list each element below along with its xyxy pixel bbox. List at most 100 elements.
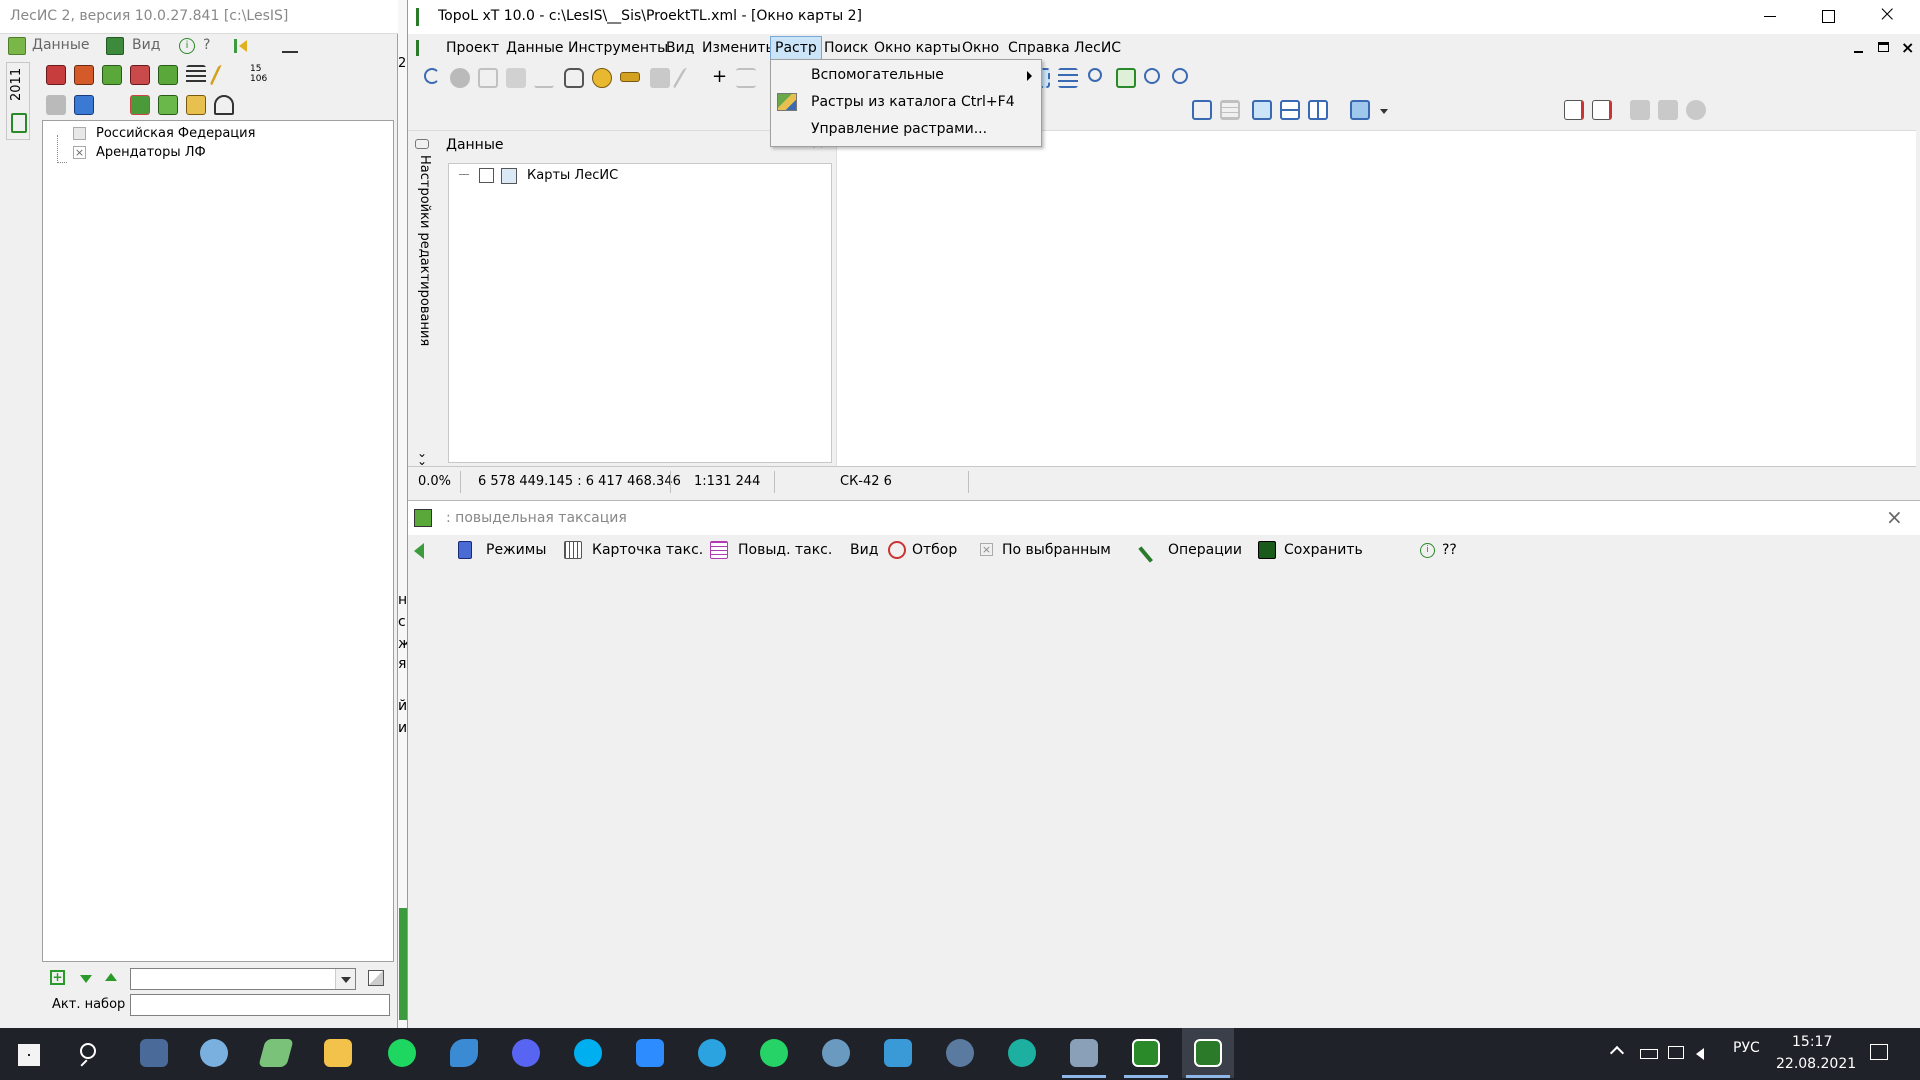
pan-hand-icon[interactable] bbox=[564, 68, 584, 88]
taxation-close-button[interactable]: × bbox=[1886, 505, 1903, 529]
minimize-panel-icon[interactable] bbox=[282, 39, 298, 53]
menu-project[interactable]: Проект bbox=[444, 36, 501, 60]
taskbar-remote-icon[interactable] bbox=[1058, 1028, 1110, 1078]
taskbar-skype-icon[interactable] bbox=[562, 1028, 614, 1078]
table-icon[interactable] bbox=[1220, 100, 1240, 120]
menu-help[interactable]: Справка bbox=[1006, 36, 1072, 60]
tree-checkbox[interactable] bbox=[479, 168, 494, 183]
taskbar-topol-icon[interactable] bbox=[1182, 1028, 1234, 1078]
filter-button[interactable]: Отбор bbox=[912, 542, 957, 558]
taskbar-app-blue-icon[interactable] bbox=[438, 1028, 490, 1078]
menu-map-window[interactable]: Окно карты bbox=[872, 36, 963, 60]
tree-collapse[interactable] bbox=[459, 174, 469, 175]
view-button[interactable]: Вид bbox=[850, 542, 878, 558]
menu-data[interactable]: Данные bbox=[504, 36, 566, 60]
mdi-minimize-button[interactable] bbox=[1854, 51, 1863, 53]
taskbar-edge-icon[interactable] bbox=[996, 1028, 1048, 1078]
tree-checkbox[interactable]: × bbox=[73, 146, 86, 159]
report-icon[interactable] bbox=[1564, 100, 1584, 120]
taskbar-maps-icon[interactable] bbox=[872, 1028, 924, 1078]
layer-red-icon[interactable] bbox=[46, 65, 66, 85]
set-options-icon[interactable] bbox=[368, 970, 384, 986]
split-icon[interactable] bbox=[736, 68, 756, 88]
list-icon[interactable] bbox=[186, 65, 206, 85]
add-point-icon[interactable]: + bbox=[712, 66, 727, 87]
move-up-icon[interactable] bbox=[105, 973, 117, 981]
by-selected-button[interactable]: По выбранным bbox=[1002, 542, 1111, 558]
menu-raster[interactable]: Растр bbox=[770, 36, 822, 60]
dropdown-item-catalog-rasters[interactable]: Растры из каталога Ctrl+F4 bbox=[773, 91, 1039, 115]
menu-lesis[interactable]: ЛесИС bbox=[1072, 36, 1123, 60]
table-green-icon[interactable] bbox=[158, 95, 178, 115]
find-icon[interactable] bbox=[1088, 68, 1102, 82]
cascade-icon[interactable] bbox=[1252, 100, 1272, 120]
modes-button[interactable]: Режимы bbox=[486, 542, 546, 558]
search-icon[interactable] bbox=[80, 1043, 96, 1059]
add-set-icon[interactable]: + bbox=[50, 970, 65, 985]
dropdown-item-manage-rasters[interactable]: Управление растрами... bbox=[773, 118, 1039, 142]
save-button[interactable]: Сохранить bbox=[1284, 542, 1363, 558]
maximize-button[interactable] bbox=[1822, 10, 1835, 23]
taskbar-spotify-icon[interactable] bbox=[376, 1028, 428, 1078]
window-icon[interactable] bbox=[1192, 100, 1212, 120]
map-green-icon[interactable] bbox=[130, 95, 150, 115]
close-button[interactable]: × bbox=[1878, 4, 1896, 26]
tree-item-rf[interactable]: Российская Федерация bbox=[96, 126, 255, 141]
operations-button[interactable]: Операции bbox=[1168, 542, 1242, 558]
vertical-side-tab[interactable]: 2011 bbox=[6, 62, 30, 140]
zoom-out-icon[interactable] bbox=[1172, 68, 1188, 84]
taskbar-explorer-icon[interactable] bbox=[312, 1028, 364, 1078]
map-canvas[interactable] bbox=[836, 131, 1916, 466]
export-icon[interactable] bbox=[1686, 100, 1706, 120]
taskbar-zoom-icon[interactable] bbox=[624, 1028, 676, 1078]
menu-search[interactable]: Поиск bbox=[822, 36, 870, 60]
info-tool-icon[interactable] bbox=[592, 68, 612, 88]
undo-icon[interactable] bbox=[424, 68, 440, 84]
taskbar-discord-icon[interactable] bbox=[500, 1028, 552, 1078]
taskbar-whatsapp-icon[interactable] bbox=[748, 1028, 800, 1078]
menu-data[interactable]: Данные bbox=[32, 37, 90, 53]
taskbar-network-app-icon[interactable] bbox=[810, 1028, 862, 1078]
dropdown-item-auxiliary[interactable]: Вспомогательные bbox=[773, 64, 1039, 88]
expand-down-icon[interactable]: ⌄ ⌄ bbox=[417, 447, 427, 467]
pen-icon[interactable] bbox=[209, 65, 239, 85]
snap-icon[interactable] bbox=[534, 68, 554, 88]
help-button[interactable]: ?? bbox=[1442, 542, 1457, 558]
mdi-restore-button[interactable] bbox=[1878, 42, 1889, 52]
layer-grid-icon[interactable] bbox=[102, 65, 122, 85]
tree-item-maps[interactable]: Карты ЛесИС bbox=[527, 168, 618, 183]
legend-icon[interactable] bbox=[1058, 68, 1078, 88]
measure-icon[interactable] bbox=[620, 72, 640, 82]
add-layer-icon[interactable] bbox=[74, 95, 94, 115]
brush-icon[interactable] bbox=[506, 68, 526, 88]
first-record-icon[interactable] bbox=[234, 39, 248, 53]
language-indicator[interactable]: РУС bbox=[1733, 1040, 1760, 1056]
set-dropdown[interactable] bbox=[130, 968, 356, 990]
menu-window[interactable]: Окно bbox=[960, 36, 1001, 60]
info-icon[interactable]: i bbox=[1420, 543, 1435, 558]
pencil-icon[interactable] bbox=[672, 68, 704, 88]
taskbar-notepad-icon[interactable] bbox=[250, 1028, 302, 1078]
network-icon[interactable] bbox=[1668, 1046, 1684, 1059]
edit-settings-tab[interactable]: Настройки редактирования bbox=[417, 155, 432, 346]
tree-item-tenants[interactable]: Арендаторы ЛФ bbox=[96, 145, 206, 160]
eraser-icon[interactable] bbox=[650, 68, 670, 88]
battery-icon[interactable] bbox=[1640, 1049, 1658, 1059]
chevron-down-icon[interactable] bbox=[335, 969, 355, 989]
start-button[interactable] bbox=[18, 1044, 40, 1066]
numbers-icon[interactable]: 15 106 bbox=[250, 64, 267, 84]
scissors-icon[interactable] bbox=[478, 68, 498, 88]
arrange-dropdown-icon[interactable] bbox=[1380, 109, 1388, 114]
layer-select-icon[interactable] bbox=[74, 65, 94, 85]
clock-date[interactable]: 22.08.2021 bbox=[1776, 1056, 1856, 1072]
notifications-icon[interactable] bbox=[1870, 1044, 1888, 1060]
mdi-close-button[interactable]: × bbox=[1901, 38, 1914, 57]
menu-view[interactable]: Вид bbox=[132, 37, 160, 53]
hammer-icon[interactable] bbox=[46, 95, 66, 115]
print-icon[interactable] bbox=[1630, 100, 1650, 120]
tile-vertical-icon[interactable] bbox=[1308, 100, 1328, 120]
taskbar-calculator-icon[interactable] bbox=[128, 1028, 180, 1078]
act-set-input[interactable] bbox=[130, 994, 390, 1016]
compass-icon[interactable] bbox=[214, 95, 234, 115]
layer-green-icon[interactable] bbox=[158, 65, 178, 85]
